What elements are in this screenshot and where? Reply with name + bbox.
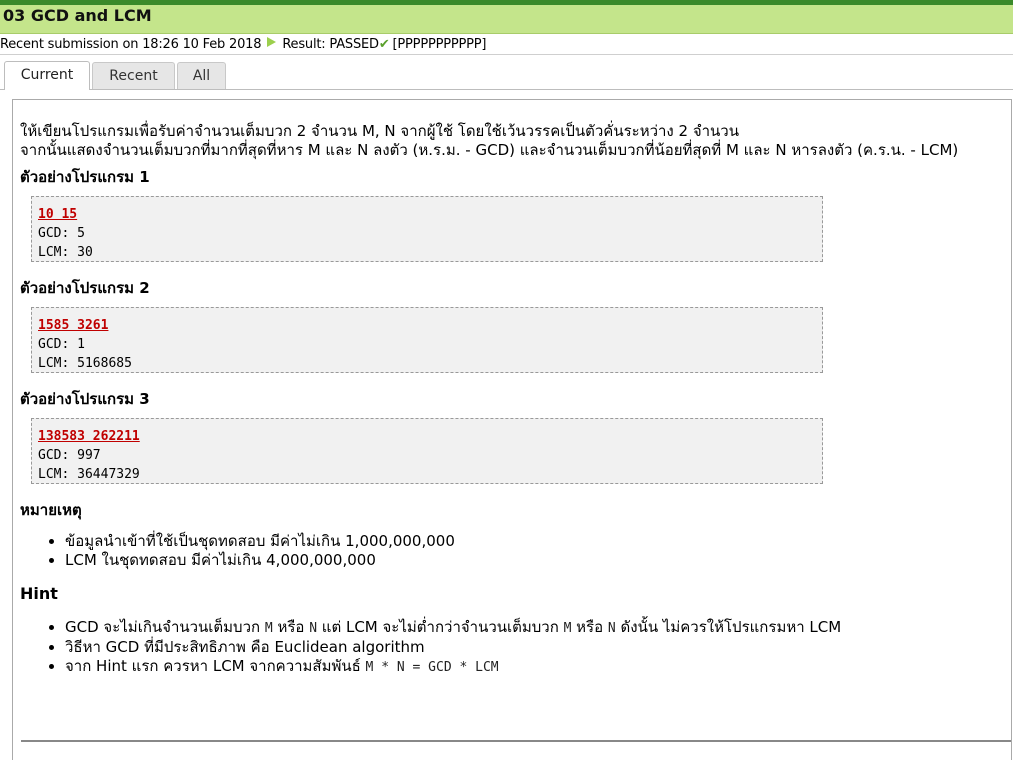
list-item: GCD จะไม่เกินจำนวนเต็มบวก M หรือ N แต่ L… xyxy=(65,618,1005,638)
tab-recent[interactable]: Recent xyxy=(92,62,175,89)
tab-bar: Current Recent All xyxy=(0,54,1013,90)
sample-gcd: GCD: 997 xyxy=(38,448,101,463)
sample-input: 10 15 xyxy=(38,207,78,222)
hint-heading: Hint xyxy=(20,584,58,603)
sample-heading-1: ตัวอย่างโปรแกรม 1 xyxy=(20,168,150,186)
sample-box-1: 10 15 GCD: 5 LCM: 30 xyxy=(31,196,823,262)
hint-code: M * N = GCD * LCM xyxy=(365,660,499,675)
hint-code: N xyxy=(607,621,616,636)
title-bar: 03 GCD and LCM xyxy=(0,5,1013,34)
divider xyxy=(21,740,1011,742)
list-item: ข้อมูลนำเข้าที่ใช้เป็นชุดทดสอบ มีค่าไม่เ… xyxy=(65,532,1005,551)
sample-gcd: GCD: 5 xyxy=(38,226,85,241)
hint-code: N xyxy=(309,621,318,636)
sample-input: 138583 262211 xyxy=(38,429,140,444)
tab-all-label: All xyxy=(192,68,211,84)
sample-lcm: LCM: 5168685 xyxy=(38,356,132,371)
sample-input: 1585 3261 xyxy=(38,318,109,333)
sample-lcm: LCM: 36447329 xyxy=(38,467,140,482)
hint-text: ดังนั้น ไม่ควรให้โปรแกรมหา LCM xyxy=(615,618,842,636)
submission-time: Recent submission on 18:26 10 Feb 2018 xyxy=(0,37,262,52)
test-codes: [PPPPPPPPPPP] xyxy=(392,37,487,52)
play-icon[interactable] xyxy=(267,37,277,47)
hint-list: GCD จะไม่เกินจำนวนเต็มบวก M หรือ N แต่ L… xyxy=(20,618,1005,677)
submission-result: Result: PASSED xyxy=(282,37,379,52)
list-item: วิธีหา GCD ที่มีประสิทธิภาพ คือ Euclidea… xyxy=(65,638,1005,657)
tab-current-label: Current xyxy=(20,67,74,83)
list-item: จาก Hint แรก ควรหา LCM จากความสัมพันธ์ M… xyxy=(65,657,1005,677)
problem-panel: ให้เขียนโปรแกรมเพื่อรับค่าจำนวนเต็มบวก 2… xyxy=(12,99,1012,760)
tab-recent-label: Recent xyxy=(109,68,158,84)
sample-lcm: LCM: 30 xyxy=(38,245,93,260)
tab-current[interactable]: Current xyxy=(4,61,90,90)
intro-line-1: ให้เขียนโปรแกรมเพื่อรับค่าจำนวนเต็มบวก 2… xyxy=(20,122,739,140)
sample-box-2: 1585 3261 GCD: 1 LCM: 5168685 xyxy=(31,307,823,373)
check-icon: ✔ xyxy=(378,37,390,52)
tab-all[interactable]: All xyxy=(177,62,226,89)
sample-gcd: GCD: 1 xyxy=(38,337,85,352)
notes-list: ข้อมูลนำเข้าที่ใช้เป็นชุดทดสอบ มีค่าไม่เ… xyxy=(20,532,1005,570)
submission-status: Recent submission on 18:26 10 Feb 2018 Re… xyxy=(0,36,1013,54)
intro-line-2: จากนั้นแสดงจำนวนเต็มบวกที่มากที่สุดที่หา… xyxy=(20,141,959,159)
page-title: 03 GCD and LCM xyxy=(3,6,152,25)
notes-heading: หมายเหตุ xyxy=(20,501,82,519)
hint-text: หรือ xyxy=(571,618,608,636)
hint-text: หรือ xyxy=(272,618,310,636)
hint-text: GCD จะไม่เกินจำนวนเต็มบวก xyxy=(65,618,265,636)
sample-heading-3: ตัวอย่างโปรแกรม 3 xyxy=(20,390,150,408)
list-item: LCM ในชุดทดสอบ มีค่าไม่เกิน 4,000,000,00… xyxy=(65,551,1005,570)
hint-code: M xyxy=(264,621,273,636)
sample-box-3: 138583 262211 GCD: 997 LCM: 36447329 xyxy=(31,418,823,484)
sample-heading-2: ตัวอย่างโปรแกรม 2 xyxy=(20,279,150,297)
problem-content: ให้เขียนโปรแกรมเพื่อรับค่าจำนวนเต็มบวก 2… xyxy=(20,122,1005,677)
hint-text: แต่ LCM จะไม่ต่ำกว่าจำนวนเต็มบวก xyxy=(317,618,564,636)
hint-text: จาก Hint แรก ควรหา LCM จากความสัมพันธ์ xyxy=(65,657,366,675)
